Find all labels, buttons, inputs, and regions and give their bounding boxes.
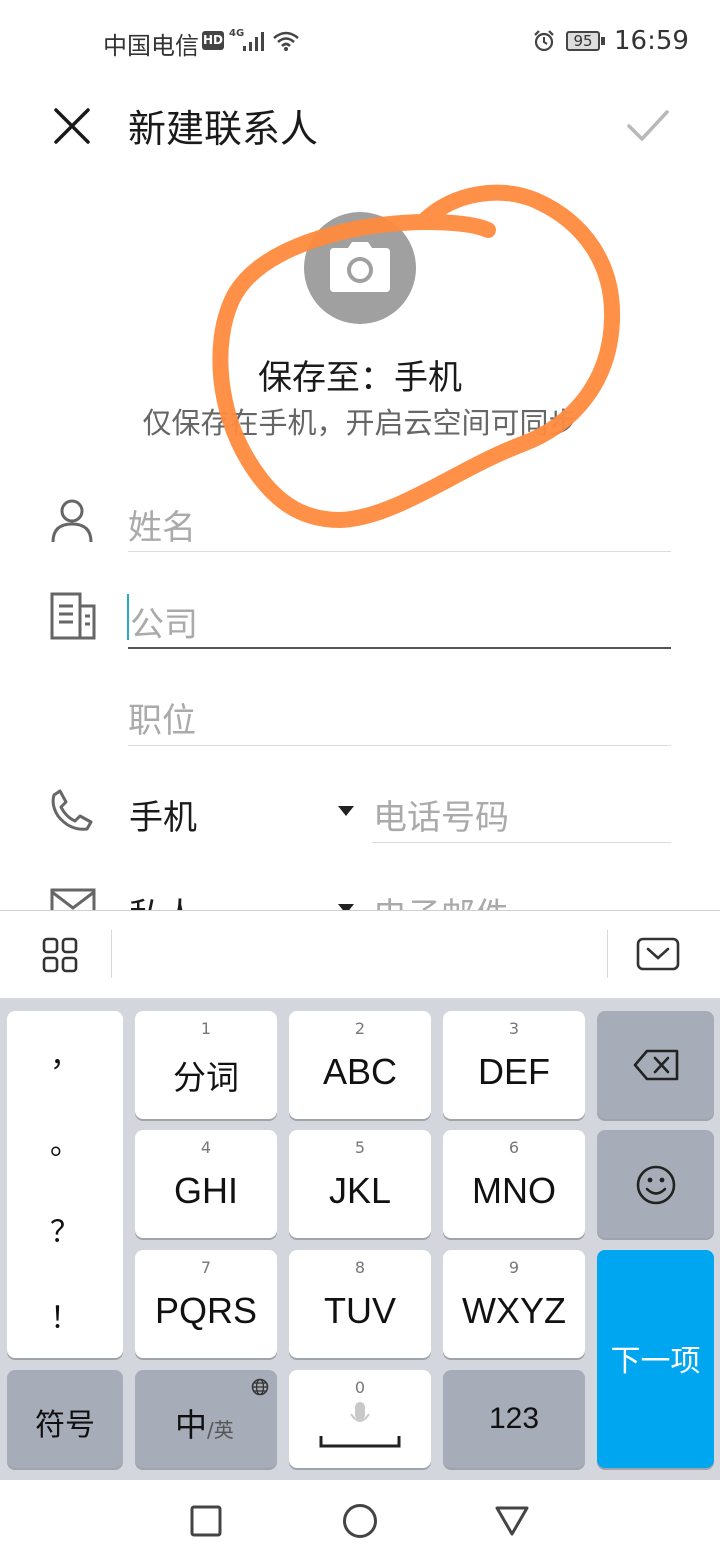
key-2[interactable]: 2 ABC — [289, 1011, 431, 1119]
recents-icon[interactable] — [190, 1505, 222, 1537]
email-type-label[interactable]: 私人 — [129, 888, 197, 910]
company-icon — [50, 592, 96, 640]
key-label: TUV — [324, 1290, 396, 1331]
space-bar-icon — [319, 1436, 401, 1448]
symbols-label: 符号 — [35, 1408, 95, 1443]
emoji-icon — [636, 1165, 676, 1205]
avatar-photo-button[interactable] — [304, 212, 416, 324]
key-3[interactable]: 3 DEF — [443, 1011, 585, 1119]
punct-period[interactable]: 。 — [7, 1119, 123, 1163]
punct-exclaim[interactable]: ！ — [7, 1293, 123, 1337]
phone-underline — [372, 842, 671, 843]
battery-indicator: 95 — [566, 31, 600, 51]
phone-type-dropdown-icon[interactable] — [338, 806, 354, 816]
name-underline — [128, 551, 671, 552]
language-switch-key[interactable]: 中 /英 — [135, 1370, 277, 1468]
key-1[interactable]: 1 分词 — [135, 1011, 277, 1119]
punct-question[interactable]: ？ — [7, 1207, 123, 1251]
email-icon — [50, 888, 96, 910]
person-icon — [51, 499, 93, 543]
next-field-button[interactable]: 下一项 — [597, 1250, 714, 1468]
company-input[interactable]: 公司 — [130, 597, 198, 646]
key-number: 4 — [200, 1138, 212, 1157]
key-number: 9 — [508, 1258, 520, 1277]
signal-icon — [243, 32, 264, 51]
home-icon[interactable] — [342, 1503, 378, 1539]
job-title-input[interactable]: 职位 — [128, 693, 196, 742]
check-icon[interactable] — [626, 108, 670, 144]
key-number: 1 — [200, 1019, 212, 1038]
job-title-underline — [128, 745, 671, 746]
company-underline — [128, 647, 671, 649]
status-bar: 中国电信 HD 4G 95 16:59 — [0, 0, 720, 84]
phone-icon — [51, 789, 93, 831]
punct-comma[interactable]: ， — [7, 1031, 123, 1075]
email-input[interactable]: 电子邮件 — [373, 888, 509, 910]
save-hint: 仅保存在手机，开启云空间可同步 — [142, 406, 578, 440]
clock: 16:59 — [614, 26, 689, 56]
key-label: MNO — [472, 1170, 556, 1211]
key-9[interactable]: 9 WXYZ — [443, 1250, 585, 1358]
keyboard: ， 。 ？ ！ 1 分词 2 ABC 3 DEF 4 GHI 5 JKL 6 M… — [0, 998, 720, 1480]
camera-icon — [330, 242, 390, 292]
key-label: JKL — [328, 1170, 392, 1211]
backspace-key[interactable] — [597, 1011, 714, 1119]
key-number: 5 — [354, 1138, 366, 1157]
globe-icon — [251, 1378, 269, 1396]
battery-tip — [601, 37, 605, 45]
key-4[interactable]: 4 GHI — [135, 1130, 277, 1238]
symbols-key[interactable]: 符号 — [7, 1370, 123, 1468]
phone-type-label[interactable]: 手机 — [129, 790, 197, 839]
save-location[interactable]: 保存至：手机 — [0, 350, 720, 399]
numbers-label: 123 — [488, 1402, 540, 1435]
key-6[interactable]: 6 MNO — [443, 1130, 585, 1238]
next-label: 下一项 — [610, 1344, 701, 1379]
key-label: PQRS — [154, 1290, 258, 1331]
phone-number-input[interactable]: 电话号码 — [373, 790, 509, 839]
punctuation-column[interactable]: ， 。 ？ ！ — [7, 1011, 123, 1358]
grid-menu-icon[interactable] — [42, 937, 78, 973]
key-number: 2 — [354, 1019, 366, 1038]
numbers-key[interactable]: 123 — [443, 1370, 585, 1468]
key-number: 0 — [354, 1378, 366, 1397]
key-label: WXYZ — [462, 1290, 566, 1331]
page-title: 新建联系人 — [128, 107, 319, 151]
hide-keyboard-icon[interactable] — [636, 937, 680, 971]
key-label: 分词 — [173, 1058, 239, 1097]
navigation-bar — [0, 1480, 720, 1560]
name-input[interactable]: 姓名 — [128, 500, 196, 549]
key-number: 6 — [508, 1138, 520, 1157]
key-number: 7 — [200, 1258, 212, 1277]
key-8[interactable]: 8 TUV — [289, 1250, 431, 1358]
key-label: ABC — [322, 1051, 398, 1092]
key-number: 8 — [354, 1258, 366, 1277]
keyboard-toolbar — [0, 910, 720, 998]
email-row: 私人 电子邮件 — [0, 870, 720, 910]
key-7[interactable]: 7 PQRS — [135, 1250, 277, 1358]
microphone-icon — [350, 1402, 370, 1422]
back-icon[interactable] — [494, 1505, 530, 1537]
key-label: GHI — [173, 1170, 238, 1211]
alarm-icon — [534, 30, 554, 52]
key-number: 3 — [508, 1019, 520, 1038]
hd-badge: HD — [202, 31, 224, 50]
text-caret — [127, 594, 129, 640]
wifi-icon — [273, 31, 299, 51]
toolbar-divider — [111, 930, 112, 978]
lang-alt-label: /英 — [207, 1418, 234, 1442]
carrier-label: 中国电信 — [103, 32, 199, 60]
key-5[interactable]: 5 JKL — [289, 1130, 431, 1238]
key-label: DEF — [478, 1051, 550, 1092]
lang-main-label: 中 — [175, 1406, 208, 1444]
toolbar-divider — [607, 930, 608, 978]
emoji-key[interactable] — [597, 1130, 714, 1238]
space-key[interactable]: 0 — [289, 1370, 431, 1468]
backspace-icon — [633, 1049, 679, 1081]
close-icon[interactable] — [52, 106, 92, 146]
